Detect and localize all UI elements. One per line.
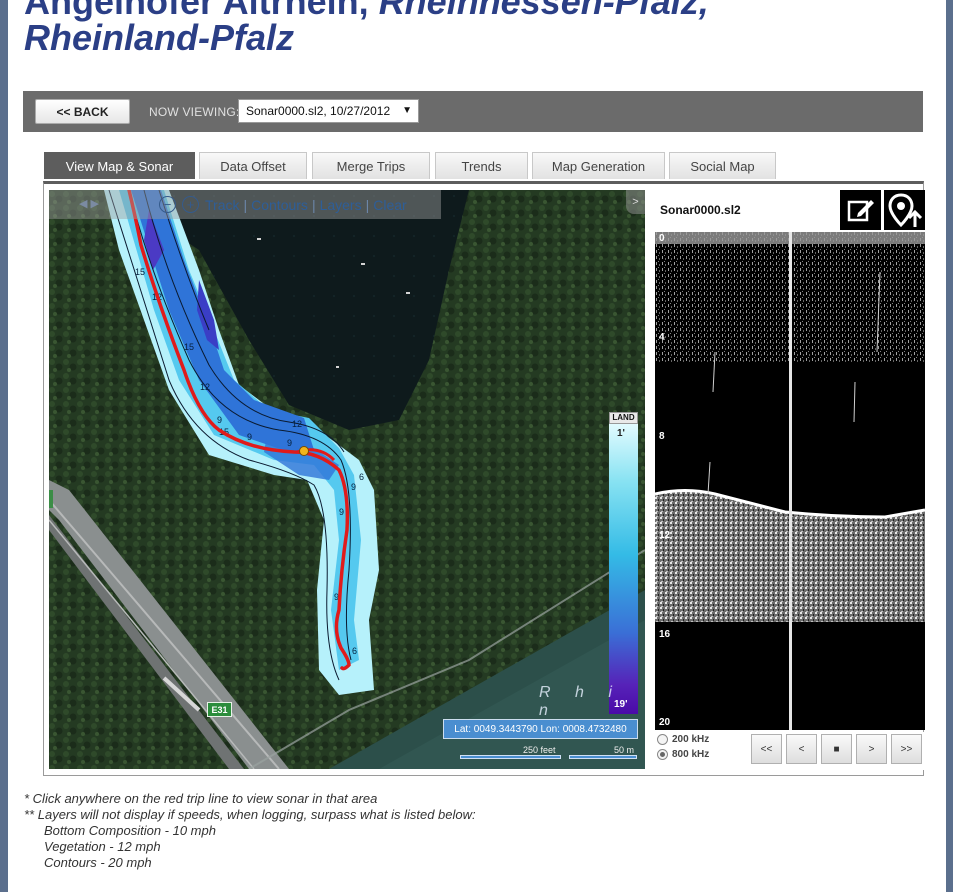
tab-data-offset[interactable]: Data Offset (199, 152, 307, 179)
sonar-image (655, 232, 925, 730)
road-badge: E31 (207, 702, 232, 717)
freq-800-radio[interactable] (657, 749, 668, 760)
zoom-in-icon[interactable]: + (182, 196, 199, 213)
toolbar-separator: | (243, 196, 248, 213)
contour-label: 12 (200, 382, 210, 392)
tab-view-map-sonar[interactable]: View Map & Sonar (44, 152, 195, 179)
sonar-controls: 200 kHz 800 kHz << < ■ > >> (655, 732, 925, 770)
top-toolbar: << BACK NOW VIEWING: Sonar0000.sl2, 10/2… (23, 91, 923, 132)
trip-select-value: Sonar0000.sl2, 10/27/2012 (246, 104, 391, 118)
sonar-display[interactable]: 0 4 8 12 16 20 (655, 232, 925, 730)
contours-link[interactable]: Contours (251, 197, 308, 213)
scale-feet-label: 250 feet (523, 745, 556, 755)
contour-label: 6 (352, 646, 357, 656)
freq-800-label: 800 kHz (672, 749, 710, 760)
depth-label: 8 (659, 431, 665, 442)
trip-select[interactable]: Sonar0000.sl2, 10/27/2012 ▼ (238, 99, 419, 123)
layers-link[interactable]: Layers (320, 197, 362, 213)
tab-merge-trips[interactable]: Merge Trips (312, 152, 430, 179)
back-button[interactable]: << BACK (35, 99, 130, 124)
depth-label: 16 (659, 629, 671, 640)
step-back-button[interactable]: < (786, 734, 817, 764)
note-line: ** Layers will not display if speeds, wh… (24, 807, 476, 822)
contour-label: 9 (217, 415, 222, 425)
contour-label: 9 (339, 507, 344, 517)
freq-800-option[interactable]: 800 kHz (657, 749, 709, 760)
scale-bar-meters (569, 755, 637, 759)
toolbar-separator: | (311, 196, 316, 213)
track-link[interactable]: Track (205, 197, 239, 213)
tab-social-map[interactable]: Social Map (669, 152, 776, 179)
zoom-out-icon[interactable]: − (159, 196, 176, 213)
map-view[interactable]: 15 12 15 12 9 9 9 12 9 6 9 15 9 6 ◀ ▶ − … (49, 190, 645, 769)
contour-label: 9 (247, 432, 252, 442)
depth-label: 0 (659, 233, 665, 244)
page-title: Angelhofer Altrhein, Rheinhessen-Pfalz, … (24, 0, 924, 56)
depth-label: 12 (659, 530, 671, 541)
forward-fast-button[interactable]: >> (891, 734, 922, 764)
contour-label: 6 (359, 472, 364, 482)
satellite-map: 15 12 15 12 9 9 9 12 9 6 9 15 9 6 (49, 190, 645, 769)
map-toolbar: ◀ ▶ − + Track | Contours | Layers | Clea… (49, 190, 441, 219)
title-part2: Rheinhessen-Pfalz, (378, 0, 709, 22)
legend-land: LAND (609, 412, 638, 424)
freq-200-option[interactable]: 200 kHz (657, 734, 709, 745)
clear-link[interactable]: Clear (373, 197, 406, 213)
contour-label: 12 (292, 419, 302, 429)
note-line: Contours - 20 mph (44, 855, 152, 870)
coordinates-readout: Lat: 0049.3443790 Lon: 0008.4732480 (443, 719, 638, 739)
now-viewing-label: NOW VIEWING: (149, 105, 240, 119)
depth-label: 4 (659, 332, 665, 343)
legend-min: 1' (617, 428, 625, 439)
sonar-header: Sonar0000.sl2 (653, 190, 926, 232)
scale-meters-label: 50 m (614, 745, 635, 755)
map-pin-upload-icon[interactable] (884, 190, 925, 230)
toolbar-separator: | (365, 196, 370, 213)
note-line: Vegetation - 12 mph (44, 839, 161, 854)
tab-map-generation[interactable]: Map Generation (532, 152, 665, 179)
notes: * Click anywhere on the red trip line to… (24, 791, 476, 871)
tab-trends[interactable]: Trends (435, 152, 528, 179)
sonar-filename: Sonar0000.sl2 (660, 203, 741, 217)
river-label: R h i n (539, 684, 622, 719)
chevron-down-icon: ▼ (402, 105, 412, 116)
stop-button[interactable]: ■ (821, 734, 852, 764)
depth-label: 20 (659, 717, 671, 728)
rewind-fast-button[interactable]: << (751, 734, 782, 764)
contour-label: 15 (184, 342, 194, 352)
collapse-panel-icon[interactable]: > (626, 190, 645, 214)
edit-icon[interactable] (840, 190, 881, 230)
step-forward-button[interactable]: > (856, 734, 887, 764)
title-line2: Rheinland-Pfalz (24, 17, 295, 58)
legend-gradient: 1' 19' (609, 424, 638, 714)
contour-label: 9 (287, 438, 292, 448)
scale-bar-feet (460, 755, 561, 759)
contour-label: 15 (135, 267, 145, 277)
contour-label: 9 (351, 482, 356, 492)
note-line: Bottom Composition - 10 mph (44, 823, 216, 838)
freq-200-label: 200 kHz (672, 734, 710, 745)
depth-legend: LAND 1' 19' (609, 412, 638, 714)
freq-200-radio[interactable] (657, 734, 668, 745)
note-line: * Click anywhere on the red trip line to… (24, 791, 378, 806)
map-pan-icon[interactable]: ◀ ▶ (79, 197, 99, 210)
